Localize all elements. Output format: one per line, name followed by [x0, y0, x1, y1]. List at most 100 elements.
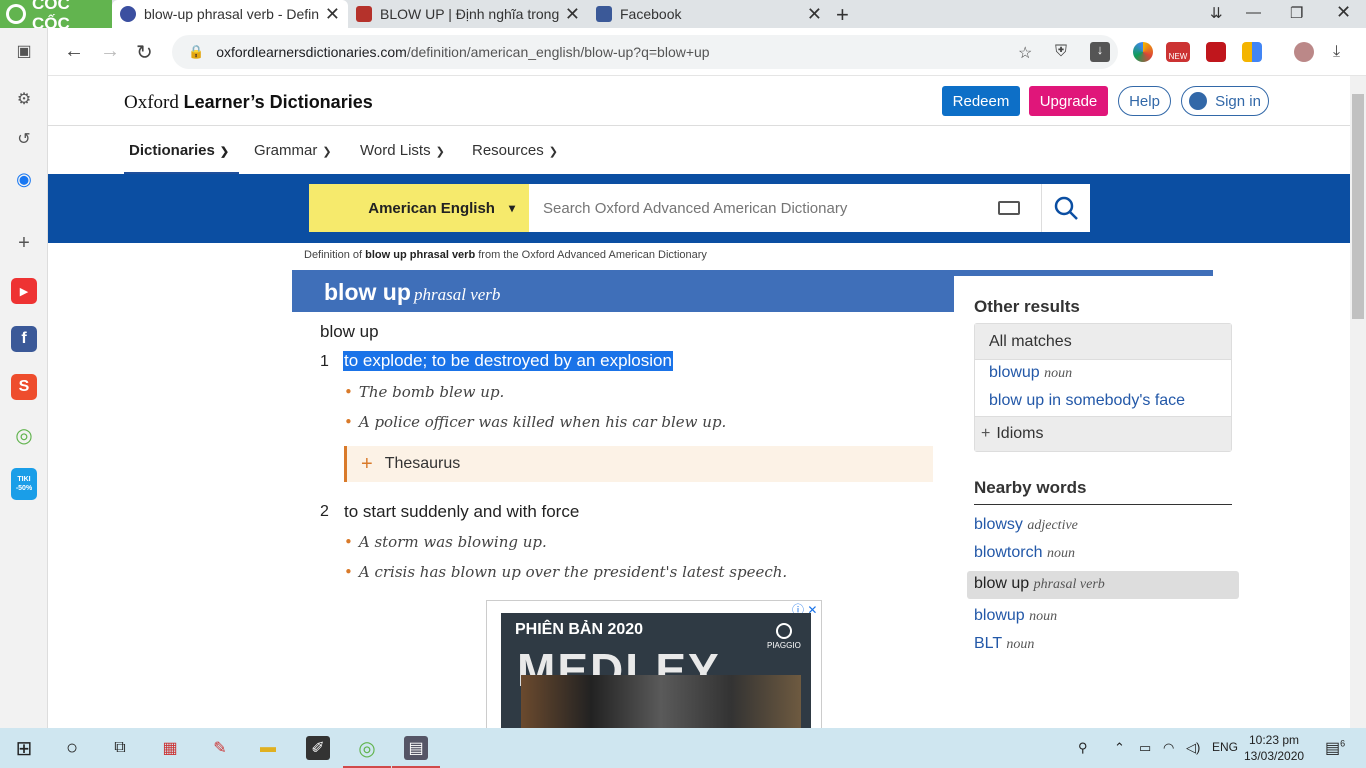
- sense-definition: to explode; to be destroyed by an explos…: [343, 351, 673, 371]
- app-calculator-icon[interactable]: ▤: [392, 736, 440, 768]
- coccoc-taskbar-icon[interactable]: ◎: [343, 736, 391, 768]
- nearby-word-current[interactable]: blow up phrasal verb: [974, 575, 1105, 593]
- tab-search-icon[interactable]: ⇊: [1210, 4, 1223, 22]
- menu-word-lists[interactable]: Word Lists ❯: [360, 142, 445, 159]
- other-results-heading: Other results: [974, 297, 1080, 316]
- new-badge: NEW: [1168, 52, 1188, 61]
- reload-icon[interactable]: ↻: [136, 40, 153, 65]
- sidebar-toggle-icon[interactable]: ▣: [11, 38, 37, 64]
- nearby-word[interactable]: blowup noun: [974, 607, 1057, 625]
- battery-icon[interactable]: ▭: [1139, 740, 1151, 756]
- app-notes-icon[interactable]: ✐: [306, 736, 330, 760]
- tiki-icon[interactable]: TIKI -50%: [11, 468, 37, 500]
- match-link[interactable]: blow up in somebody's face: [989, 392, 1185, 410]
- window-close-icon[interactable]: ✕: [1336, 2, 1351, 23]
- bullet-icon: •: [344, 533, 353, 551]
- page-scrollbar[interactable]: [1350, 76, 1366, 728]
- site-logo[interactable]: Oxford Learner’s Dictionaries: [124, 92, 373, 114]
- logo-oxford: Oxford: [124, 92, 179, 113]
- close-icon[interactable]: ✕: [565, 4, 580, 25]
- scrollbar-thumb[interactable]: [1352, 94, 1364, 319]
- menu-grammar[interactable]: Grammar ❯: [254, 142, 332, 159]
- ad-brand: PIAGGIO: [767, 641, 801, 650]
- search-button[interactable]: [1041, 184, 1090, 232]
- match-word: blow up in somebody's face: [989, 392, 1186, 409]
- extension-grid-icon[interactable]: [1242, 42, 1262, 62]
- download-page-icon[interactable]: ↓: [1090, 42, 1110, 62]
- help-button[interactable]: Help: [1118, 86, 1171, 116]
- settings-icon[interactable]: ⚙: [11, 86, 37, 112]
- sign-in-button[interactable]: Sign in: [1181, 86, 1269, 116]
- downloads-icon[interactable]: ⤓: [1333, 43, 1340, 61]
- keyboard-icon[interactable]: [998, 201, 1020, 215]
- history-icon[interactable]: ↺: [11, 126, 37, 152]
- nearby-word-text: blow up: [974, 575, 1030, 592]
- app-office-icon[interactable]: ▦: [158, 736, 182, 760]
- tab-cambridge[interactable]: BLOW UP | Định nghĩa trong ✕: [348, 0, 588, 28]
- windows-start-icon[interactable]: ⊞: [12, 736, 36, 760]
- language-indicator[interactable]: ENG: [1212, 740, 1238, 754]
- nearby-word[interactable]: blowtorch noun: [974, 544, 1075, 562]
- extension-chrome-icon[interactable]: [1133, 42, 1153, 62]
- back-icon[interactable]: ←: [64, 40, 84, 63]
- ad-image[interactable]: PHIÊN BẢN 2020 MEDLEY PIAGGIO: [501, 613, 811, 728]
- nearby-word-text: blowsy: [974, 516, 1023, 533]
- forward-icon[interactable]: →: [100, 40, 120, 63]
- tab-facebook[interactable]: Facebook ✕: [588, 0, 830, 28]
- tab-title: blow-up phrasal verb - Defini: [144, 6, 319, 22]
- idioms-toggle[interactable]: + Idioms: [975, 416, 1231, 451]
- redeem-button[interactable]: Redeem: [942, 86, 1020, 116]
- header-divider: [48, 125, 1350, 126]
- sub-headword: blow up: [320, 322, 379, 341]
- sense-number: 2: [320, 503, 329, 520]
- close-icon[interactable]: ✕: [325, 4, 340, 25]
- new-tab-icon[interactable]: +: [836, 2, 849, 28]
- web-content: Oxford Learner’s Dictionaries Redeem Upg…: [48, 76, 1350, 728]
- tray-expand-icon[interactable]: ⌃: [1114, 740, 1125, 756]
- chevron-down-icon: ▾: [508, 201, 515, 215]
- messenger-icon[interactable]: ◉: [11, 166, 37, 192]
- browser-logo[interactable]: CỐC CỐC: [0, 0, 112, 33]
- facebook-icon[interactable]: f: [11, 326, 37, 352]
- people-icon[interactable]: ⚲: [1078, 740, 1088, 756]
- nearby-word[interactable]: blowsy adjective: [974, 516, 1078, 534]
- example-text: A crisis has blown up over the president…: [358, 563, 788, 581]
- volume-icon[interactable]: ◁): [1186, 740, 1200, 756]
- match-link[interactable]: blowup noun: [989, 364, 1072, 382]
- example-text: The bomb blew up.: [358, 383, 505, 401]
- wifi-icon[interactable]: ◠: [1163, 740, 1174, 756]
- app-tool-icon[interactable]: ✎: [208, 736, 232, 760]
- crumb-prefix: Definition of: [304, 249, 363, 261]
- thesaurus-toggle[interactable]: + Thesaurus: [344, 446, 933, 482]
- task-view-icon[interactable]: ⧉: [108, 736, 132, 760]
- advertisement[interactable]: ⓘ ✕ PHIÊN BẢN 2020 MEDLEY PIAGGIO: [486, 600, 822, 728]
- logo-title: Learner’s Dictionaries: [183, 92, 373, 112]
- nearby-word[interactable]: BLT noun: [974, 635, 1034, 653]
- extension-red-icon[interactable]: [1206, 42, 1226, 62]
- minimize-icon[interactable]: —: [1246, 4, 1261, 21]
- menu-resources[interactable]: Resources ❯: [472, 142, 558, 159]
- shopee-icon[interactable]: S: [11, 374, 37, 400]
- add-icon[interactable]: +: [11, 230, 37, 256]
- profile-avatar[interactable]: [1294, 42, 1314, 62]
- tab-oxford[interactable]: blow-up phrasal verb - Defini ✕: [112, 0, 348, 28]
- cortana-search-icon[interactable]: ○: [60, 736, 84, 760]
- all-matches-header[interactable]: All matches: [975, 324, 1231, 360]
- menu-dictionaries[interactable]: Dictionaries ❯: [129, 142, 229, 159]
- search-input[interactable]: [529, 184, 1041, 232]
- upgrade-button[interactable]: Upgrade: [1029, 86, 1108, 116]
- file-explorer-icon[interactable]: ▬: [256, 736, 280, 760]
- close-icon[interactable]: ✕: [807, 4, 822, 25]
- youtube-icon[interactable]: ▶: [11, 278, 37, 304]
- coccoc-icon[interactable]: ◎: [11, 422, 37, 448]
- star-icon[interactable]: ☆: [1018, 43, 1032, 63]
- dictionary-select[interactable]: American English ▾: [309, 184, 529, 232]
- extension-new-icon[interactable]: NEW: [1166, 42, 1190, 62]
- menu-label: Word Lists: [360, 142, 431, 159]
- clock-time: 10:23 pm: [1249, 733, 1300, 747]
- system-clock[interactable]: 10:23 pm 13/03/2020: [1244, 732, 1304, 764]
- notification-icon[interactable]: ▤6: [1325, 738, 1345, 758]
- maximize-icon[interactable]: ❐: [1290, 4, 1303, 22]
- address-bar[interactable]: 🔒 oxfordlearnersdictionaries.com/definit…: [172, 35, 1118, 69]
- shield-icon[interactable]: ⛨: [1055, 43, 1067, 61]
